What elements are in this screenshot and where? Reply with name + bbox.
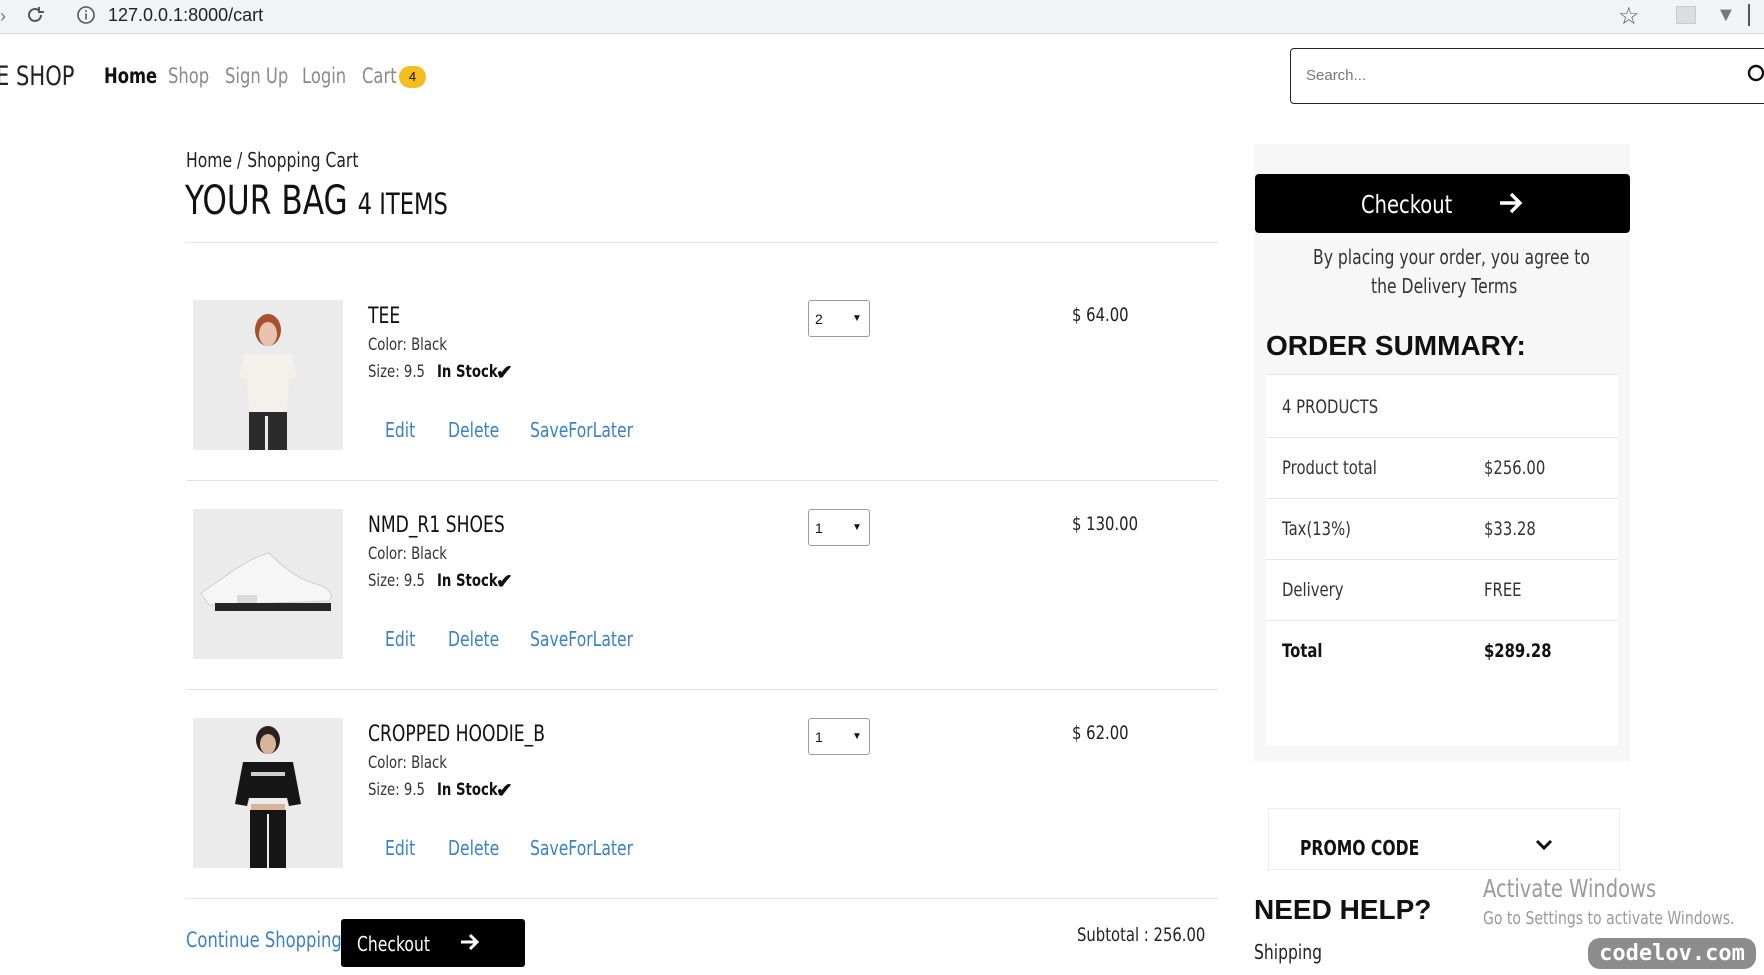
bag-title: YOUR BAG	[185, 178, 348, 224]
sidebar-checkout-button[interactable]: Checkout	[1255, 174, 1630, 233]
divider	[1266, 374, 1618, 375]
sidebar-checkout-label: Checkout	[1361, 190, 1453, 219]
nav-login[interactable]: Login	[302, 64, 346, 88]
checkmark-icon: ✔	[496, 571, 513, 593]
delete-link[interactable]: Delete	[448, 836, 499, 860]
product-image-shoes[interactable]	[193, 509, 343, 659]
divider	[186, 242, 1218, 243]
watermark-badge: codelov.com	[1588, 938, 1756, 969]
continue-shopping-link[interactable]: Continue Shopping	[186, 928, 342, 952]
nav-cart[interactable]: Cart	[362, 64, 397, 88]
stock-status: In Stock	[437, 362, 498, 382]
summary-label: Tax(13%)	[1282, 518, 1351, 540]
divider	[186, 480, 1218, 481]
menu-icon[interactable]	[1748, 4, 1750, 26]
product-color: Color: Black	[368, 753, 447, 773]
save-for-later-link[interactable]: SaveForLater	[530, 418, 633, 442]
summary-value: $33.28	[1484, 518, 1536, 540]
product-name[interactable]: CROPPED HOODIE_B	[368, 722, 545, 747]
nav-shop[interactable]: Shop	[168, 64, 209, 88]
edit-link[interactable]: Edit	[385, 836, 415, 860]
subtotal: Subtotal : 256.00	[1077, 924, 1206, 946]
checkmark-icon: ✔	[496, 362, 513, 384]
url-text[interactable]: 127.0.0.1:8000/cart	[108, 5, 263, 26]
summary-label-total: Total	[1282, 640, 1323, 662]
divider	[1266, 620, 1618, 621]
divider	[1266, 559, 1618, 560]
order-summary-card	[1266, 374, 1618, 746]
divider	[186, 898, 1218, 899]
checkmark-icon: ✔	[496, 780, 513, 802]
nav-signup[interactable]: Sign Up	[225, 64, 288, 88]
checkout-button[interactable]: Checkout	[341, 919, 525, 967]
item-count: 4 ITEMS	[357, 187, 448, 221]
search-placeholder: Search...	[1306, 67, 1367, 84]
summary-value-total: $289.28	[1484, 640, 1552, 662]
activate-windows-subtitle: Go to Settings to activate Windows.	[1483, 908, 1735, 929]
order-summary-title: ORDER SUMMARY:	[1266, 330, 1526, 361]
summary-value: FREE	[1484, 579, 1522, 601]
promo-code-label: PROMO CODE	[1300, 836, 1420, 860]
summary-label: Delivery	[1282, 579, 1344, 601]
checkout-button-label: Checkout	[357, 932, 430, 956]
page-title: YOUR BAG 4 ITEMS	[185, 178, 448, 224]
summary-label: Product total	[1282, 457, 1377, 479]
dropdown-arrow-icon: ▼	[852, 522, 862, 533]
dropdown-arrow-icon: ▼	[852, 313, 862, 324]
cart-count-badge: 4	[399, 66, 426, 88]
product-name[interactable]: NMD_R1 SHOES	[368, 513, 505, 538]
need-help-title: NEED HELP?	[1254, 894, 1432, 925]
dropdown-arrow-icon: ▼	[852, 731, 862, 742]
quantity-value: 1	[815, 520, 823, 536]
breadcrumb: Home / Shopping Cart	[186, 148, 359, 172]
nav-home[interactable]: Home	[104, 64, 157, 88]
stock-status: In Stock	[437, 571, 498, 591]
extension-v-icon[interactable]: ▼	[1716, 4, 1736, 27]
product-size: Size: 9.5	[368, 362, 426, 382]
quantity-value: 1	[815, 729, 823, 745]
item-price: $ 62.00	[1072, 722, 1129, 744]
delete-link[interactable]: Delete	[448, 627, 499, 651]
divider	[1266, 498, 1618, 499]
product-name[interactable]: TEE	[368, 304, 400, 329]
address-bar[interactable]	[66, 1, 1656, 31]
product-size: Size: 9.5	[368, 571, 426, 591]
item-price: $ 130.00	[1072, 513, 1138, 535]
delete-link[interactable]: Delete	[448, 418, 499, 442]
edit-link[interactable]: Edit	[385, 418, 415, 442]
stock-status: In Stock	[437, 780, 498, 800]
arrow-right-icon	[461, 933, 480, 951]
help-link-shipping[interactable]: Shipping	[1254, 940, 1322, 964]
bookmark-star-icon[interactable]: ☆	[1618, 2, 1640, 31]
item-price: $ 64.00	[1072, 304, 1129, 326]
product-color: Color: Black	[368, 544, 447, 564]
terms-line-2: the Delivery Terms	[1371, 274, 1518, 298]
activate-windows-title: Activate Windows	[1483, 874, 1657, 903]
divider	[186, 689, 1218, 690]
info-icon[interactable]	[76, 5, 96, 25]
save-for-later-link[interactable]: SaveForLater	[530, 627, 633, 651]
product-image-hoodie[interactable]	[193, 718, 343, 868]
divider	[1266, 437, 1618, 438]
chevron-down-icon[interactable]	[1535, 838, 1553, 852]
edit-link[interactable]: Edit	[385, 627, 415, 651]
summary-value: $256.00	[1484, 457, 1546, 479]
product-size: Size: 9.5	[368, 780, 426, 800]
terms-line-1: By placing your order, you agree to	[1313, 245, 1590, 269]
products-count: 4 PRODUCTS	[1282, 396, 1379, 418]
product-color: Color: Black	[368, 335, 447, 355]
reload-icon[interactable]	[24, 4, 46, 26]
arrow-right-icon	[1500, 192, 1523, 214]
search-icon[interactable]	[1746, 64, 1764, 84]
quantity-value: 2	[815, 311, 823, 327]
save-for-later-link[interactable]: SaveForLater	[530, 836, 633, 860]
extension-icon[interactable]	[1676, 6, 1696, 24]
brand-logo[interactable]: E SHOP	[0, 61, 74, 92]
product-image-tee[interactable]	[193, 300, 343, 450]
back-icon[interactable]: ›	[0, 6, 8, 26]
